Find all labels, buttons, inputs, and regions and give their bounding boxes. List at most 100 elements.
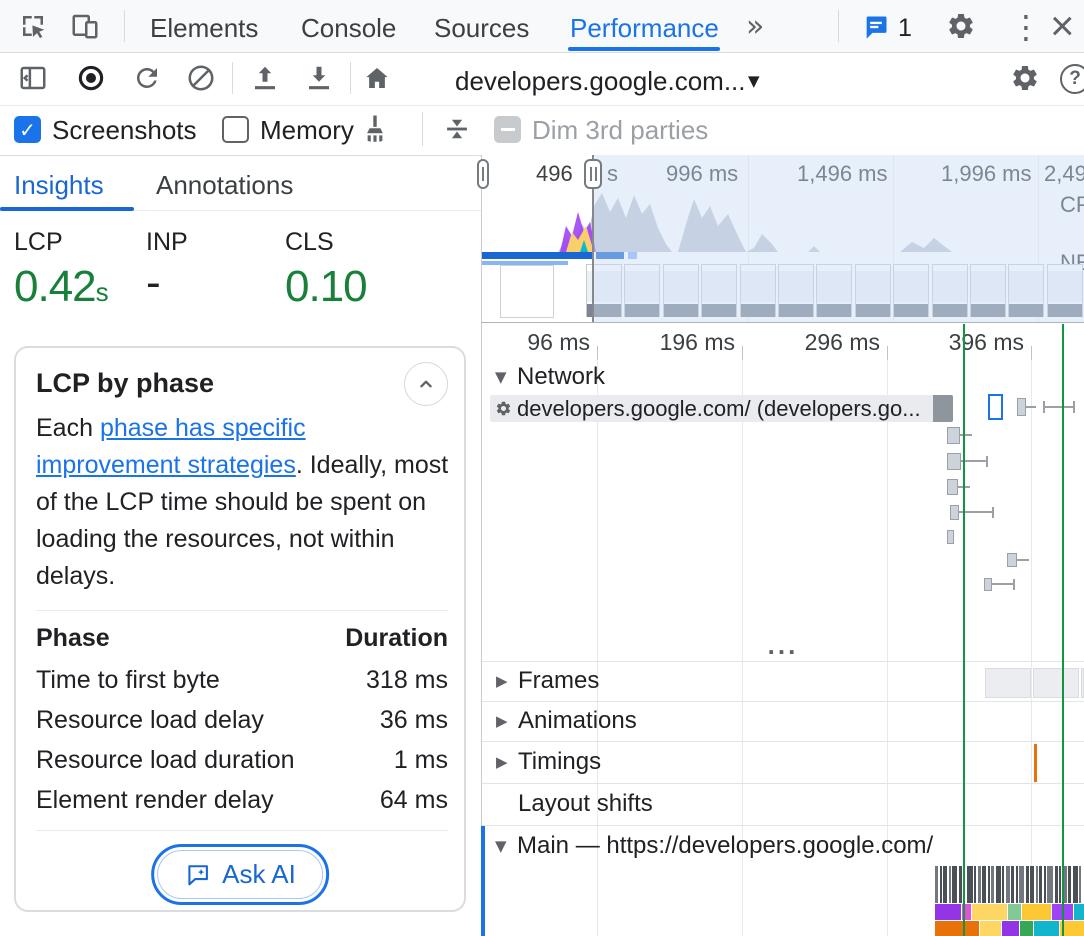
memory-checkbox[interactable] (222, 116, 249, 143)
screenshot-thumbnail[interactable] (1047, 264, 1083, 317)
inspect-icon[interactable] (18, 11, 48, 46)
garbage-collect-icon[interactable] (358, 112, 392, 151)
flame-stripe (974, 866, 976, 903)
home-icon[interactable] (362, 63, 392, 98)
screenshot-thumbnail[interactable] (778, 264, 814, 317)
screenshot-thumbnail[interactable] (893, 264, 929, 317)
network-request-bar[interactable]: developers.google.com/ (developers.go... (490, 395, 953, 422)
settings-gear-icon[interactable] (946, 11, 976, 46)
chevron-down-icon[interactable]: ▼ (748, 72, 760, 90)
timing-marker[interactable] (1034, 744, 1037, 782)
save-profile-icon[interactable] (304, 63, 334, 98)
network-request-bar[interactable] (988, 394, 1003, 420)
timings-expand-icon[interactable]: ▶ (496, 753, 508, 771)
kebab-menu-icon[interactable]: ⋮ (1010, 8, 1042, 46)
collapse-sections-icon[interactable] (440, 112, 474, 151)
ask-ai-button[interactable]: Ask AI (151, 844, 329, 905)
screenshot-thumbnail[interactable] (701, 264, 737, 317)
flame-segment[interactable] (1022, 904, 1051, 920)
messages-icon[interactable] (862, 13, 890, 46)
frame-thumbnail[interactable] (1033, 668, 1079, 698)
screenshots-checkbox[interactable]: ✓ (14, 116, 41, 143)
selection-handle-right[interactable] (584, 159, 602, 189)
memory-label[interactable]: Memory (260, 115, 354, 146)
screenshot-thumbnail[interactable] (740, 264, 776, 317)
filmstrip[interactable] (586, 264, 1084, 319)
frames-expand-icon[interactable]: ▶ (496, 672, 508, 690)
request-whisker (992, 507, 994, 518)
tab-annotations[interactable]: Annotations (156, 170, 293, 201)
tab-performance[interactable]: Performance (570, 13, 719, 44)
screenshot-thumbnail[interactable] (855, 264, 891, 317)
collapse-card-button[interactable] (404, 362, 448, 406)
selection-handle-left[interactable] (477, 159, 489, 189)
divider (422, 112, 423, 146)
screenshot-thumbnail[interactable] (1008, 264, 1044, 317)
screenshot-thumbnail[interactable] (500, 265, 554, 318)
track-network-label[interactable]: Network (517, 363, 605, 391)
screenshots-label[interactable]: Screenshots (52, 115, 197, 146)
flame-segment[interactable] (1034, 921, 1059, 936)
screenshot-thumbnail[interactable] (932, 264, 968, 317)
close-icon[interactable]: × (1050, 2, 1075, 50)
network-expand-dots[interactable]: ... (482, 630, 1084, 661)
network-request-bar[interactable] (947, 530, 954, 544)
target-selector-dropdown[interactable]: developers.google.com... (455, 66, 746, 97)
screenshot-thumbnail[interactable] (816, 264, 852, 317)
screenshot-thumbnail[interactable] (663, 264, 699, 317)
tab-console[interactable]: Console (301, 13, 396, 44)
frame-thumbnail[interactable] (985, 668, 1031, 698)
flame-segment[interactable] (935, 904, 961, 920)
record-button[interactable] (76, 63, 106, 98)
flame-segment[interactable] (935, 921, 979, 936)
tab-elements[interactable]: Elements (150, 13, 258, 44)
lcp-label: LCP (14, 228, 63, 257)
selected-track-indicator (481, 826, 485, 936)
track-frames-label[interactable]: Frames (518, 667, 599, 695)
screenshot-thumbnail[interactable] (970, 264, 1006, 317)
clear-icon[interactable] (186, 63, 216, 98)
flame-segment[interactable] (972, 904, 1007, 920)
track-main-label[interactable]: Main — https://developers.google.com/ (517, 832, 933, 860)
more-tabs-icon[interactable]: » (746, 9, 764, 44)
device-toolbar-icon[interactable] (70, 11, 100, 46)
flame-segment[interactable] (1020, 921, 1033, 936)
request-whisker (1044, 406, 1074, 408)
animations-expand-icon[interactable]: ▶ (496, 712, 508, 730)
flame-stripe (1044, 866, 1046, 903)
reload-record-icon[interactable] (132, 63, 162, 98)
tab-sources[interactable]: Sources (434, 13, 529, 44)
screenshot-thumbnail[interactable] (624, 264, 660, 317)
flame-segment[interactable] (980, 921, 1001, 936)
network-collapse-icon[interactable]: ▼ (495, 368, 507, 386)
track-animations-label[interactable]: Animations (518, 707, 637, 735)
flame-stripe (1016, 866, 1018, 903)
description-text: Each (36, 414, 100, 442)
inp-number: - (146, 258, 160, 307)
divider (0, 105, 1084, 106)
ai-chat-icon (184, 861, 212, 889)
main-collapse-icon[interactable]: ▼ (495, 837, 507, 855)
network-request-bar[interactable] (1007, 553, 1017, 567)
panel-settings-gear-icon[interactable] (1010, 63, 1040, 98)
divider (481, 322, 1084, 323)
cls-number: 0.10 (285, 262, 367, 311)
load-profile-icon[interactable] (250, 63, 280, 98)
network-request-bar[interactable] (984, 578, 992, 591)
network-request-bar[interactable] (947, 453, 961, 470)
help-icon[interactable]: ? (1060, 64, 1084, 94)
flame-segment[interactable] (1074, 904, 1084, 920)
flame-segment[interactable] (1002, 921, 1019, 936)
flame-stripe (940, 866, 942, 903)
col-duration: Duration (248, 624, 448, 653)
divider (482, 783, 1084, 784)
network-request-bar[interactable] (1017, 398, 1026, 416)
track-timings-label[interactable]: Timings (518, 748, 601, 776)
tab-insights[interactable]: Insights (14, 170, 104, 201)
flame-segment[interactable] (1008, 904, 1021, 920)
network-request-bar[interactable] (947, 427, 960, 444)
track-layout-shifts-label[interactable]: Layout shifts (518, 790, 653, 818)
network-request-bar[interactable] (947, 479, 958, 495)
toggle-sidebar-icon[interactable] (18, 63, 48, 98)
network-request-bar[interactable] (950, 505, 959, 520)
